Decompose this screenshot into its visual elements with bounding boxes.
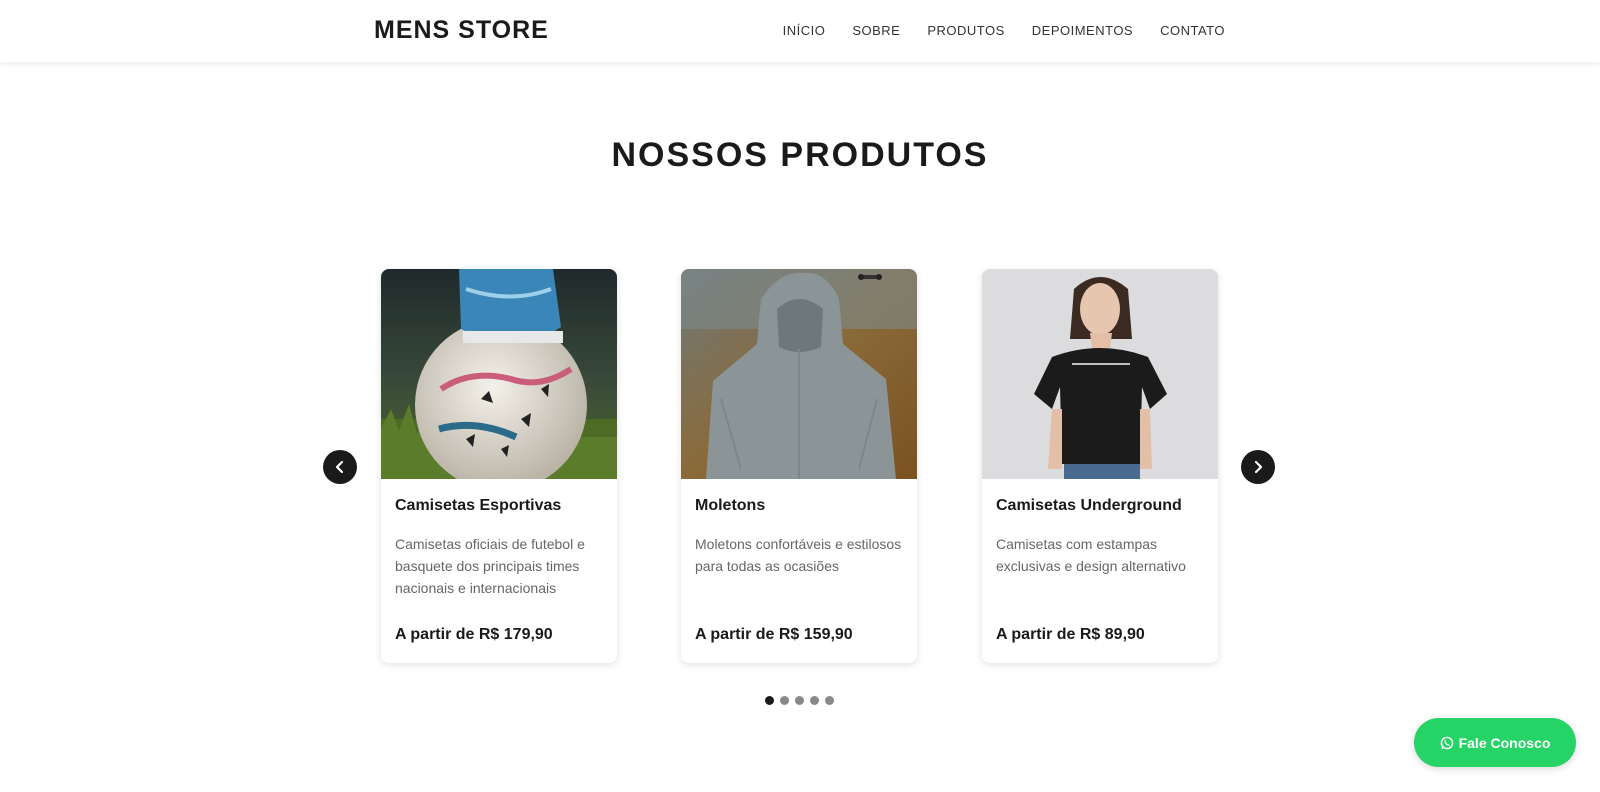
carousel-next-button[interactable] [1241, 450, 1275, 484]
product-card-esportivas[interactable]: Camisetas Esportivas Camisetas oficiais … [381, 269, 617, 663]
product-price: A partir de R$ 179,90 [395, 626, 553, 643]
product-card-moletons[interactable]: Moletons Moletons confortáveis e estilos… [681, 269, 917, 663]
carousel-dot-3[interactable] [795, 696, 804, 705]
nav-inicio[interactable]: INÍCIO [783, 23, 826, 38]
product-title: Camisetas Underground [996, 497, 1182, 514]
whatsapp-icon [1440, 736, 1453, 749]
carousel-dot-1[interactable] [765, 696, 774, 705]
section-title: NOSSOS PRODUTOS [611, 136, 989, 174]
nav-produtos[interactable]: PRODUTOS [927, 23, 1004, 38]
site-header: MENS STORE INÍCIO SOBRE PRODUTOS DEPOIME… [0, 0, 1600, 62]
chevron-right-icon [1254, 460, 1263, 474]
whatsapp-contact-button[interactable]: Fale Conosco [1414, 718, 1576, 767]
store-logo[interactable]: MENS STORE [374, 16, 549, 45]
carousel-dot-2[interactable] [780, 696, 789, 705]
product-title: Moletons [695, 497, 766, 514]
black-tshirt-image [982, 269, 1218, 479]
product-price: A partir de R$ 159,90 [695, 626, 853, 643]
chevron-left-icon [335, 460, 344, 474]
product-price: A partir de R$ 89,90 [996, 626, 1145, 643]
whatsapp-label: Fale Conosco [1458, 734, 1551, 751]
product-description: Moletons confortáveis e estilosos para t… [695, 536, 902, 574]
nav-sobre[interactable]: SOBRE [852, 23, 900, 38]
carousel-pagination [765, 696, 834, 705]
nav-contato[interactable]: CONTATO [1160, 23, 1225, 38]
carousel-dot-5[interactable] [825, 696, 834, 705]
grey-hoodie-image [681, 269, 917, 479]
main-nav: INÍCIO SOBRE PRODUTOS DEPOIMENTOS CONTAT… [783, 23, 1225, 38]
product-card-underground[interactable]: Camisetas Underground Camisetas com esta… [982, 269, 1218, 663]
product-title: Camisetas Esportivas [395, 497, 562, 514]
carousel-dot-4[interactable] [810, 696, 819, 705]
product-description: Camisetas com estampas exclusivas e desi… [996, 536, 1186, 574]
product-description: Camisetas oficiais de futebol e basquete… [395, 536, 585, 596]
soccer-ball-image [381, 269, 617, 479]
carousel-prev-button[interactable] [323, 450, 357, 484]
nav-depoimentos[interactable]: DEPOIMENTOS [1032, 23, 1133, 38]
